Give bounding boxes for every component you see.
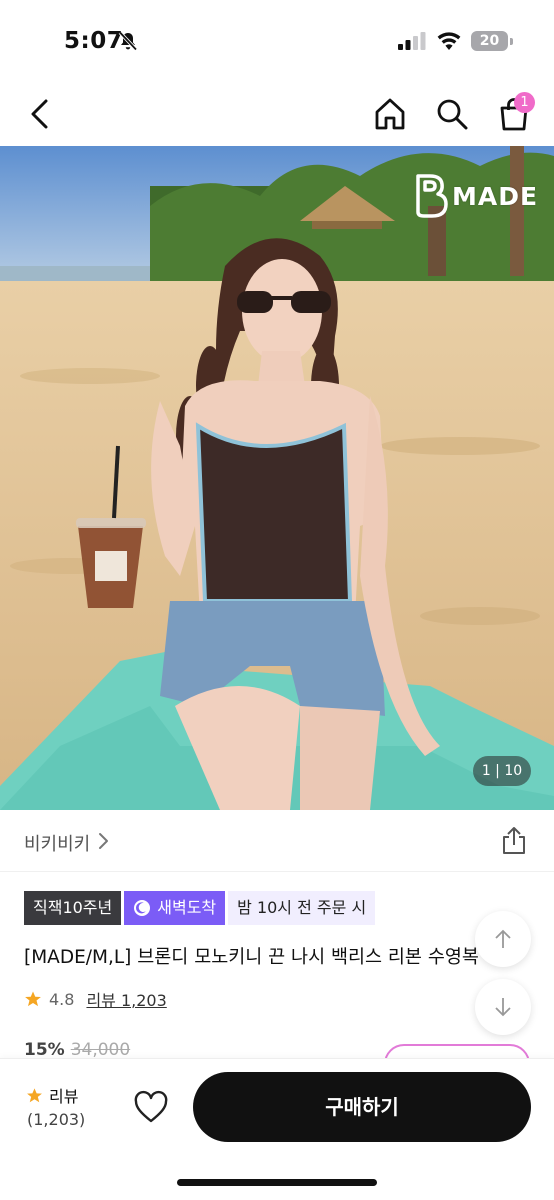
top-nav-bar: 1 xyxy=(0,82,554,146)
star-icon xyxy=(27,1087,42,1102)
signal-icon xyxy=(398,32,426,50)
image-counter: 1 | 10 xyxy=(473,756,531,786)
share-icon[interactable] xyxy=(500,826,528,856)
bottom-review-count: (1,203) xyxy=(27,1110,86,1129)
price-row: 15% 34,000 xyxy=(24,1040,130,1060)
original-price: 34,000 xyxy=(70,1040,131,1060)
home-indicator xyxy=(177,1179,377,1186)
search-icon[interactable] xyxy=(434,96,470,132)
home-icon[interactable] xyxy=(372,96,408,132)
battery-cap xyxy=(510,38,513,45)
bottom-review-button[interactable]: 리뷰 xyxy=(26,1083,78,1107)
battery-indicator: 20 xyxy=(471,31,508,51)
moon-icon xyxy=(134,900,151,916)
product-rating: 4.8 리뷰 1,203 xyxy=(24,987,167,1011)
buy-button[interactable]: 구매하기 xyxy=(193,1072,531,1142)
seller-name[interactable]: 비키비키 xyxy=(24,830,90,856)
tag-anniversary: 직잭10주년 xyxy=(24,891,122,925)
heart-icon[interactable] xyxy=(133,1090,169,1124)
brand-logo-icon xyxy=(416,174,448,218)
arrow-up-icon xyxy=(495,929,511,948)
bottom-review-label: 리뷰 xyxy=(49,1087,79,1106)
discount-rate: 15% xyxy=(24,1040,65,1060)
tag-dawn-delivery: 새벽도착 xyxy=(124,891,226,925)
status-bar: 5:07 20 xyxy=(0,0,554,82)
product-image-carousel[interactable]: MADE 1 | 10 xyxy=(0,146,554,810)
product-photo xyxy=(0,146,554,810)
brand-watermark: MADE xyxy=(412,172,538,220)
rating-score: 4.8 xyxy=(49,989,75,1009)
scroll-top-button[interactable] xyxy=(475,911,531,967)
brand-text: MADE xyxy=(452,181,539,211)
tag-dawn-delivery-label: 새벽도착 xyxy=(157,898,217,917)
reviews-link[interactable]: 리뷰 1,203 xyxy=(86,987,166,1011)
status-time: 5:07 xyxy=(64,28,124,54)
tag-order-cutoff: 밤 10시 전 주문 시 xyxy=(228,891,376,925)
wifi-icon xyxy=(437,32,461,50)
bell-slash-icon xyxy=(118,31,138,51)
chevron-right-icon xyxy=(99,833,108,849)
product-title: [MADE/M,L] 브론디 모노키니 끈 나시 백리스 리본 수영복 xyxy=(24,947,479,968)
star-icon xyxy=(25,991,41,1007)
back-icon[interactable] xyxy=(24,96,56,132)
arrow-down-icon xyxy=(495,998,511,1017)
seller-row[interactable]: 비키비키 xyxy=(0,810,554,872)
scroll-bottom-button[interactable] xyxy=(475,979,531,1035)
cart-count-badge: 1 xyxy=(514,92,535,113)
product-tags: 직잭10주년 새벽도착 밤 10시 전 주문 시 xyxy=(24,891,376,925)
